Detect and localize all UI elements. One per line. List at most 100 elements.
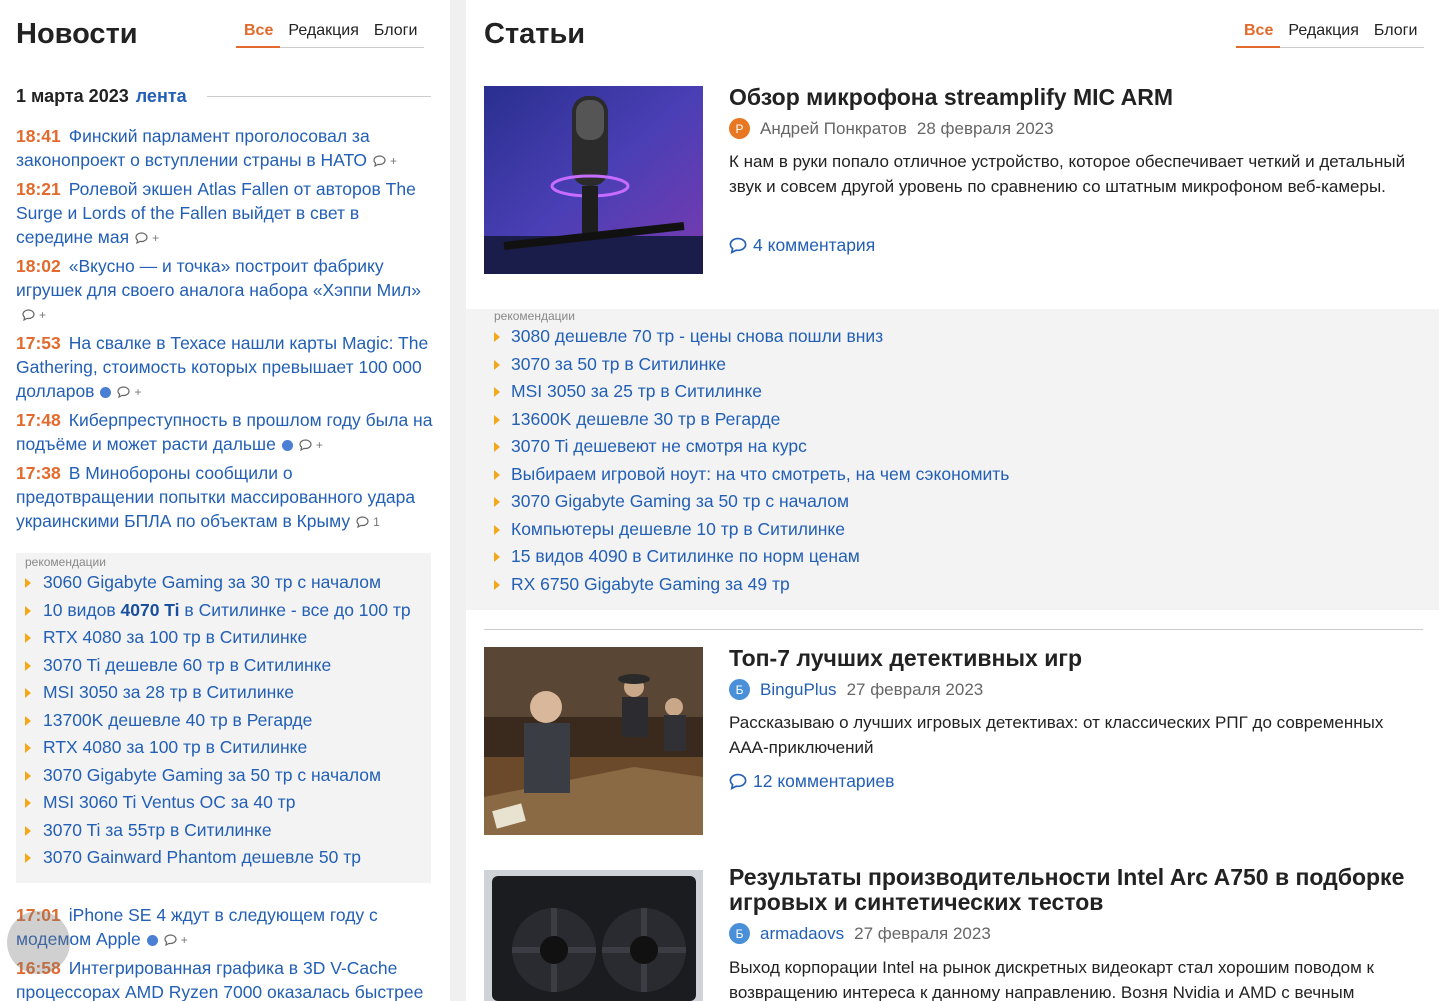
recommendation-item: 3070 Ti за 55тр в Ситилинке: [25, 817, 431, 845]
recommendation-link[interactable]: 13600K дешевле 30 тр в Регарде: [511, 409, 780, 429]
recommendation-link[interactable]: 3070 Ti дешевеют не смотря на курс: [511, 436, 807, 456]
news-title-link[interactable]: Ролевой экшен Atlas Fallen от авторов Th…: [16, 179, 416, 247]
recommendation-item: 3060 Gigabyte Gaming за 30 тр с началом: [25, 569, 431, 597]
news-item[interactable]: 16:58 Интегрированная графика в 3D V-Cach…: [16, 956, 434, 1001]
comment-count[interactable]: +: [164, 928, 188, 952]
comment-count[interactable]: +: [22, 303, 46, 327]
recommendation-link[interactable]: RX 6750 Gigabyte Gaming за 49 тр: [511, 574, 790, 594]
author-name[interactable]: BinguPlus: [760, 680, 837, 700]
article-title[interactable]: Топ-7 лучших детективных игр: [729, 646, 1429, 671]
comment-count[interactable]: +: [299, 433, 323, 457]
recommendation-link[interactable]: MSI 3050 за 28 тр в Ситилинке: [43, 682, 294, 702]
article-comments-link[interactable]: 12 комментариев: [729, 771, 894, 792]
recommendation-item: 3070 за 50 тр в Ситилинке: [494, 351, 1439, 379]
article-image-graphics-card[interactable]: [484, 870, 703, 1001]
articles-tab-blogs[interactable]: Блоги: [1366, 20, 1425, 47]
news-time: 17:53: [16, 333, 61, 353]
editorial-dot-icon: [281, 440, 293, 451]
author-avatar: Р: [729, 118, 750, 139]
recommendation-link[interactable]: Выбираем игровой ноут: на что смотреть, …: [511, 464, 1009, 484]
recommendation-link[interactable]: 3070 за 50 тр в Ситилинке: [511, 354, 726, 374]
news-tab-blogs[interactable]: Блоги: [366, 20, 425, 47]
article-date: 27 февраля 2023: [846, 679, 984, 699]
article-meta: Б armadaovs 27 февраля 2023: [729, 923, 991, 944]
recommendation-link[interactable]: MSI 3050 за 25 тр в Ситилинке: [511, 381, 762, 401]
article-title[interactable]: Результаты производительности Intel Arc …: [729, 865, 1429, 915]
news-column: Новости Все Редакция Блоги 1 марта 2023 …: [0, 0, 450, 1001]
recommendation-item: RTX 4080 за 100 тр в Ситилинке: [25, 624, 431, 652]
recommendation-link[interactable]: 3070 Ti за 55тр в Ситилинке: [43, 820, 272, 840]
recommendation-link[interactable]: 3070 Gigabyte Gaming за 50 тр с началом: [511, 491, 849, 511]
comment-icon: [117, 386, 131, 399]
recommendation-item: MSI 3050 за 28 тр в Ситилинке: [25, 679, 431, 707]
article-meta: Р Андрей Понкратов 28 февраля 2023: [729, 118, 1054, 139]
news-item[interactable]: 17:01 iPhone SE 4 ждут в следующем году с…: [16, 903, 434, 952]
news-title-link[interactable]: iPhone SE 4 ждут в следующем году с моде…: [16, 905, 378, 949]
articles-tab-all[interactable]: Все: [1236, 20, 1281, 48]
news-title-link[interactable]: «Вкусно — и точка» построит фабрику игру…: [16, 256, 421, 300]
news-item[interactable]: 18:41 Финский парламент проголосовал за з…: [16, 124, 434, 173]
graphics-card-image: [484, 870, 703, 1001]
author-name[interactable]: armadaovs: [760, 924, 844, 944]
recommendation-item: 13600K дешевле 30 тр в Регарде: [494, 406, 1439, 434]
editorial-dot-icon: [100, 387, 112, 398]
comment-icon: [164, 934, 177, 947]
article-description: Рассказываю о лучших игровых детективах:…: [729, 713, 1384, 757]
recommendation-link[interactable]: 3060 Gigabyte Gaming за 30 тр с началом: [43, 572, 381, 592]
article-title[interactable]: Обзор микрофона streamplify MIC ARM: [729, 85, 1429, 110]
comment-icon: [22, 309, 35, 322]
comment-count[interactable]: +: [373, 149, 397, 173]
recommendation-link[interactable]: RTX 4080 за 100 тр в Ситилинке: [43, 627, 307, 647]
articles-tab-editorial[interactable]: Редакция: [1280, 20, 1366, 47]
news-date: 1 марта 2023: [16, 85, 129, 106]
news-tab-editorial[interactable]: Редакция: [280, 20, 366, 47]
news-title-link[interactable]: Интегрированная графика в 3D V-Cache про…: [16, 958, 423, 1001]
comment-icon: [356, 516, 369, 529]
article-divider: [484, 629, 1423, 630]
recommendation-link[interactable]: 3080 дешевле 70 тр - цены снова пошли вн…: [511, 326, 883, 346]
comment-count[interactable]: 1: [356, 510, 380, 534]
comment-icon: [299, 439, 312, 452]
comment-icon: [729, 773, 747, 790]
recommendation-link[interactable]: 3070 Ti дешевле 60 тр в Ситилинке: [43, 655, 331, 675]
news-recommendations: рекомендации 3060 Gigabyte Gaming за 30 …: [16, 553, 431, 883]
news-time: 18:02: [16, 256, 61, 276]
news-title-link[interactable]: На свалке в Техасе нашли карты Magic: Th…: [16, 333, 428, 401]
recommendation-item: RX 6750 Gigabyte Gaming за 49 тр: [494, 571, 1439, 599]
recommendations-caption: рекомендации: [494, 309, 575, 323]
recommendation-link[interactable]: 3070 Gainward Phantom дешевле 50 тр: [43, 847, 361, 867]
news-time: 18:21: [16, 179, 61, 199]
news-time: 17:48: [16, 410, 61, 430]
news-item[interactable]: 17:38 В Минобороны сообщили о предотвраще…: [16, 461, 434, 534]
news-tab-all[interactable]: Все: [236, 20, 281, 48]
recommendation-link[interactable]: 13700K дешевле 40 тр в Регарде: [43, 710, 312, 730]
news-item[interactable]: 17:53 На свалке в Техасе нашли карты Magi…: [16, 331, 434, 404]
news-item[interactable]: 18:21 Ролевой экшен Atlas Fallen от автор…: [16, 177, 434, 250]
recommendation-item: 3070 Gigabyte Gaming за 50 тр с началом: [494, 488, 1439, 516]
news-title-link[interactable]: Киберпреступность в прошлом году была на…: [16, 410, 432, 454]
recommendation-item: 3070 Ti дешевеют не смотря на курс: [494, 433, 1439, 461]
article-date: 27 февраля 2023: [854, 923, 991, 943]
recommendation-link[interactable]: Компьютеры дешевле 10 тр в Ситилинке: [511, 519, 845, 539]
recommendation-link[interactable]: MSI 3060 Ti Ventus OC за 40 тр: [43, 792, 295, 812]
news-item[interactable]: 17:48 Киберпреступность в прошлом году бы…: [16, 408, 434, 457]
news-date-header: 1 марта 2023 лента: [16, 85, 431, 107]
recommendation-link[interactable]: 3070 Gigabyte Gaming за 50 тр с началом: [43, 765, 381, 785]
feed-link[interactable]: лента: [136, 86, 187, 107]
articles-tabs: Все Редакция Блоги: [1236, 20, 1425, 48]
recommendation-link[interactable]: RTX 4080 за 100 тр в Ситилинке: [43, 737, 307, 757]
comment-count[interactable]: +: [135, 226, 159, 250]
news-title-link[interactable]: Финский парламент проголосовал за законо…: [16, 126, 370, 170]
recommendation-link[interactable]: 15 видов 4090 в Ситилинке по норм ценам: [511, 546, 860, 566]
recommendation-item: 3070 Ti дешевле 60 тр в Ситилинке: [25, 652, 431, 680]
recommendation-item: MSI 3060 Ti Ventus OC за 40 тр: [25, 789, 431, 817]
recommendation-item: 3080 дешевле 70 тр - цены снова пошли вн…: [494, 323, 1439, 351]
comment-count[interactable]: +: [117, 380, 142, 404]
article-image-microphone[interactable]: [484, 86, 703, 274]
news-item[interactable]: 18:02 «Вкусно — и точка» построит фабрику…: [16, 254, 434, 327]
recommendation-link[interactable]: 10 видов 4070 Ti в Ситилинке - все до 10…: [43, 600, 411, 620]
article-image-detective-game[interactable]: [484, 647, 703, 835]
recommendation-item: RTX 4080 за 100 тр в Ситилинке: [25, 734, 431, 762]
article-comments-link[interactable]: 4 комментария: [729, 235, 875, 256]
recommendations-caption: рекомендации: [25, 555, 106, 569]
